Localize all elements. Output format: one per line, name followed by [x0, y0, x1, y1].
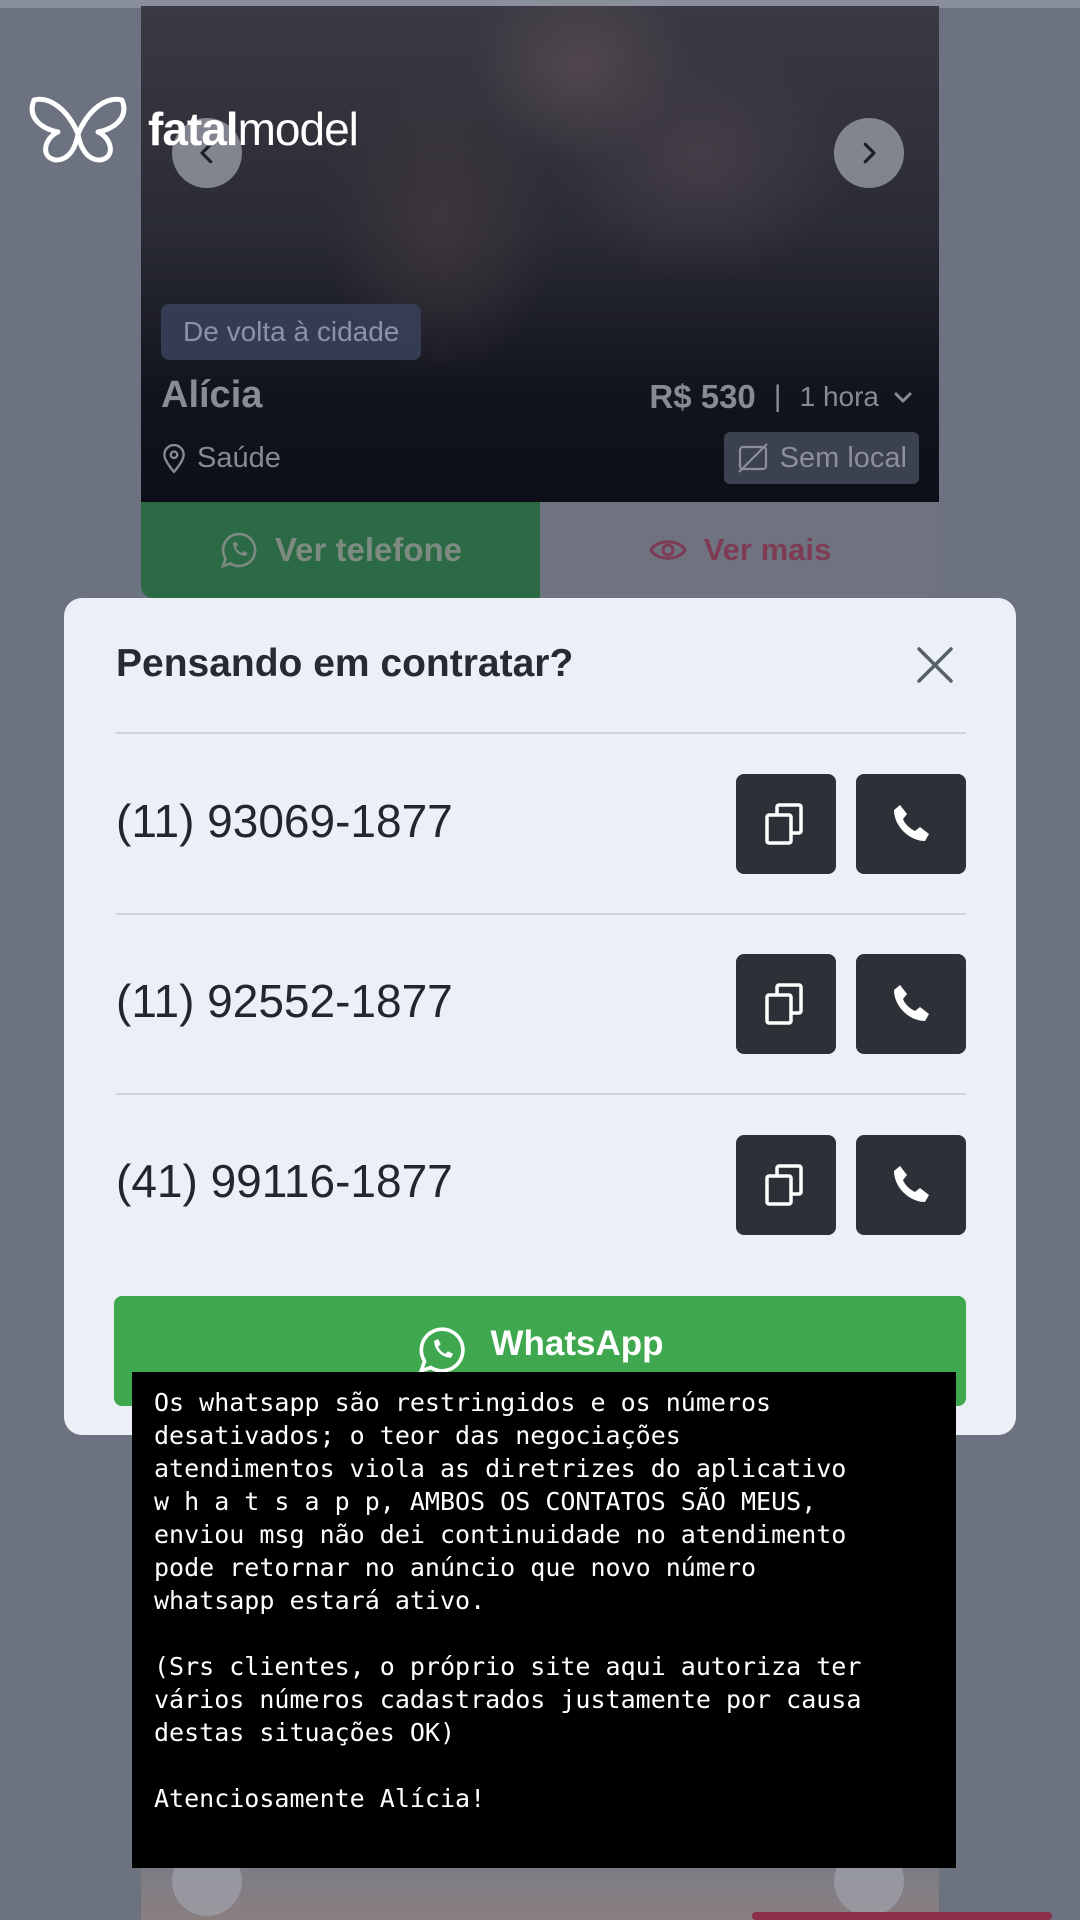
copy-icon	[765, 983, 803, 1025]
modal-title: Pensando em contratar?	[116, 642, 574, 685]
brand-name: fatalmodel	[148, 103, 359, 155]
phone-number-1: (11) 93069-1877	[116, 795, 453, 847]
next-listing-card[interactable]	[141, 1860, 939, 1920]
phone-number-3: (41) 99116-1877	[116, 1155, 453, 1207]
chevron-down-icon	[894, 392, 912, 403]
divider	[116, 913, 966, 915]
text-overlay: Os whatsapp são restringidos e os número…	[132, 1372, 956, 1868]
copy-icon	[765, 803, 803, 845]
brand-logo: fatalmodel	[28, 94, 359, 164]
listing-name: Alícia	[161, 374, 263, 416]
whatsapp-icon	[418, 1327, 466, 1374]
next-card-button[interactable]	[752, 1912, 1052, 1920]
call-button-2[interactable]	[856, 954, 966, 1054]
price-duration: 1 hora	[799, 381, 879, 412]
call-button-1[interactable]	[856, 774, 966, 874]
whatsapp-icon	[220, 532, 257, 569]
view-more-button[interactable]: Ver mais	[540, 502, 939, 598]
view-more-label: Ver mais	[703, 532, 832, 567]
listing-photo[interactable]	[141, 6, 939, 502]
no-place-icon	[737, 443, 768, 473]
copy-icon	[765, 1164, 803, 1206]
close-button[interactable]	[914, 644, 956, 686]
divider	[116, 732, 966, 734]
copy-button-2[interactable]	[736, 954, 836, 1054]
no-place-badge: Sem local	[723, 432, 919, 484]
whatsapp-label: WhatsApp	[490, 1324, 664, 1363]
next-photo-button[interactable]	[834, 118, 904, 188]
price-selector[interactable]: R$ 530 | 1 hora	[649, 378, 915, 416]
butterfly-logo-icon	[29, 96, 127, 163]
copy-button-1[interactable]	[736, 774, 836, 874]
call-button-3[interactable]	[856, 1135, 966, 1235]
view-phone-label: Ver telefone	[274, 531, 463, 568]
copy-button-3[interactable]	[736, 1135, 836, 1235]
no-place-label: Sem local	[779, 441, 907, 474]
chevron-right-icon	[863, 142, 876, 164]
phone-number-2: (11) 92552-1877	[116, 975, 453, 1027]
status-badge: De volta à cidade	[161, 304, 422, 360]
listing-location: Saúde	[161, 442, 281, 475]
divider	[116, 1093, 966, 1095]
close-icon	[917, 647, 953, 683]
location-pin-icon	[163, 443, 185, 474]
phone-icon	[894, 985, 929, 1021]
view-phone-button[interactable]: Ver telefone	[141, 502, 540, 598]
phone-icon	[894, 1166, 929, 1202]
location-label: Saúde	[197, 442, 281, 474]
price-separator: |	[773, 380, 782, 413]
phone-icon	[894, 805, 929, 841]
contact-modal: Pensando em contratar? (11) 93069-1877 (…	[64, 598, 1016, 1435]
listing-price: R$ 530	[649, 378, 756, 415]
eye-icon	[649, 540, 687, 560]
